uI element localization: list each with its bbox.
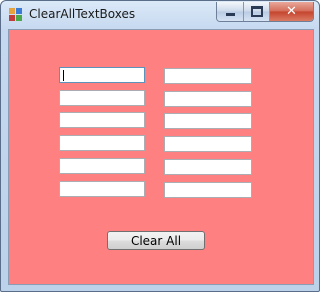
title-bar[interactable]: ClearAllTextBoxes ✕	[1, 1, 319, 29]
textbox-right-1[interactable]	[164, 68, 252, 84]
maximize-icon	[250, 6, 263, 17]
clear-all-button[interactable]: Clear All	[107, 231, 205, 250]
app-icon[interactable]	[9, 8, 23, 22]
textbox-left-3[interactable]	[59, 112, 145, 128]
textbox-left-5[interactable]	[59, 158, 145, 174]
window-title: ClearAllTextBoxes	[29, 7, 136, 21]
minimize-icon	[225, 13, 235, 16]
textbox-right-5[interactable]	[164, 159, 252, 175]
close-button[interactable]: ✕	[270, 2, 313, 21]
minimize-button[interactable]	[217, 2, 244, 21]
maximize-button[interactable]	[244, 2, 270, 21]
textbox-right-4[interactable]	[164, 136, 252, 152]
textbox-left-6[interactable]	[59, 181, 145, 197]
textbox-right-3[interactable]	[164, 113, 252, 129]
textbox-right-2[interactable]	[164, 91, 252, 107]
textbox-left-2[interactable]	[59, 90, 145, 106]
window-controls: ✕	[216, 2, 314, 22]
text-caret	[63, 70, 64, 81]
textbox-left-4[interactable]	[59, 135, 145, 151]
textbox-left-1[interactable]	[59, 67, 145, 83]
form-client-area: Clear All	[8, 29, 314, 285]
close-icon: ✕	[286, 4, 297, 19]
textbox-right-6[interactable]	[164, 182, 252, 198]
app-window: ClearAllTextBoxes ✕ Clear All	[0, 0, 320, 292]
